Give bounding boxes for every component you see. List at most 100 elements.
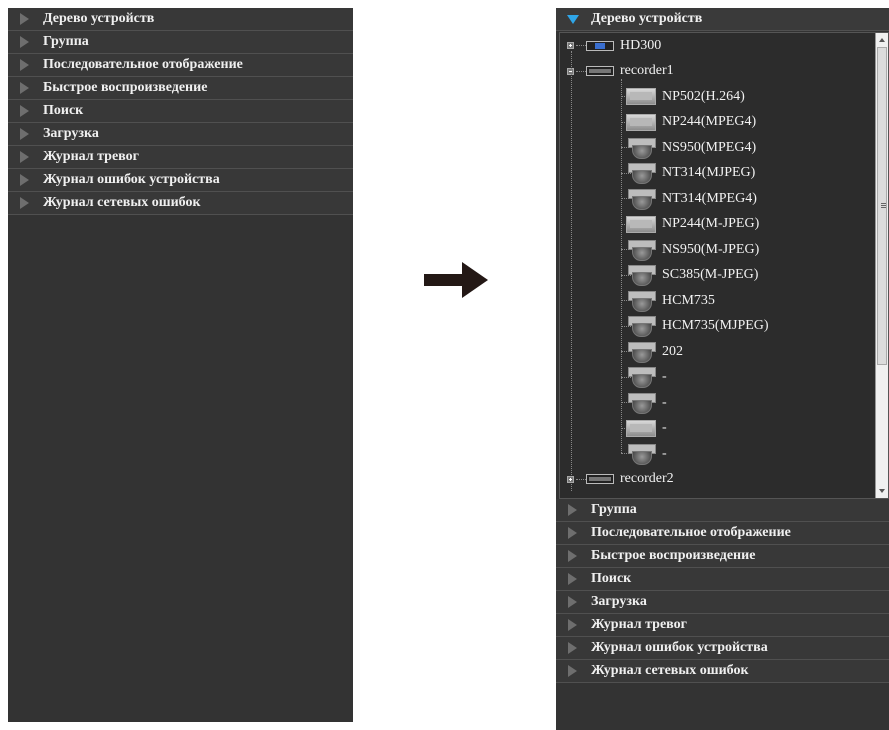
collapsed-triangle-icon — [20, 36, 29, 48]
accordion-network-error-log[interactable]: Журнал сетевых ошибок — [8, 192, 353, 215]
accordion-label: Поиск — [43, 103, 84, 118]
tree-node-label: - — [662, 394, 667, 410]
tree-device-node[interactable]: recorder1 — [586, 59, 674, 84]
tree-connector — [576, 70, 586, 72]
accordion-sequence[interactable]: Последовательное отображение — [556, 522, 889, 545]
tree-camera-node[interactable]: - — [626, 441, 667, 466]
collapsed-triangle-icon — [20, 151, 29, 163]
tree-device-node[interactable]: recorder2 — [586, 467, 674, 492]
tree-node-label: recorder2 — [620, 471, 674, 486]
collapsed-triangle-icon — [568, 527, 577, 539]
accordion-label: Группа — [591, 502, 637, 517]
accordion-instant-playback[interactable]: Быстрое воспроизведение — [556, 545, 889, 568]
accordion-label: Дерево устройств — [43, 11, 155, 26]
recorder-device-icon — [586, 66, 614, 76]
tree-camera-node[interactable]: SC385(M-JPEG) — [626, 263, 758, 288]
accordion-search[interactable]: Поиск — [8, 100, 353, 123]
dome-camera-icon — [626, 443, 656, 465]
tree-node-label: NP502(H.264) — [662, 88, 745, 104]
tree-camera-node[interactable]: 202 — [626, 339, 683, 364]
box-camera-icon — [626, 113, 656, 131]
tree-camera-node[interactable]: HCM735 — [626, 288, 715, 313]
accordion-device-error-log[interactable]: Журнал ошибок устройства — [556, 637, 889, 660]
scroll-down-arrow-icon[interactable] — [879, 489, 885, 493]
tree-node-label: recorder1 — [620, 63, 674, 78]
accordion-download[interactable]: Загрузка — [556, 591, 889, 614]
tree-node-label: - — [662, 420, 667, 435]
right-accordion-panel: Дерево устройств HD300 recorder1 NP502(H.2… — [556, 8, 889, 730]
accordion-label: Быстрое воспроизведение — [43, 80, 208, 95]
tree-node-label: HCM735(MJPEG) — [662, 318, 769, 333]
collapsed-triangle-icon — [20, 174, 29, 186]
accordion-group[interactable]: Группа — [556, 499, 889, 522]
tree-node-label: NT314(MJPEG) — [662, 165, 756, 180]
accordion-device-tree[interactable]: Дерево устройств — [8, 8, 353, 31]
accordion-alarm-log[interactable]: Журнал тревог — [556, 614, 889, 637]
vertical-scrollbar[interactable] — [875, 33, 888, 498]
tree-node-label: HCM735 — [662, 292, 715, 308]
accordion-sequence[interactable]: Последовательное отображение — [8, 54, 353, 77]
accordion-instant-playback[interactable]: Быстрое воспроизведение — [8, 77, 353, 100]
collapsed-triangle-icon — [20, 128, 29, 140]
accordion-label: Быстрое воспроизведение — [591, 548, 756, 563]
accordion-search[interactable]: Поиск — [556, 568, 889, 591]
accordion-label: Журнал сетевых ошибок — [591, 663, 749, 678]
collapsed-triangle-icon — [20, 197, 29, 209]
tree-connector — [571, 51, 572, 491]
tree-camera-node[interactable]: HCM735(MJPEG) — [626, 314, 769, 339]
accordion-group[interactable]: Группа — [8, 31, 353, 54]
collapsed-triangle-icon — [20, 105, 29, 117]
accordion-alarm-log[interactable]: Журнал тревог — [8, 146, 353, 169]
dome-camera-icon — [626, 188, 656, 210]
accordion-label: Последовательное отображение — [591, 525, 791, 540]
tree-camera-node[interactable]: NP244(MPEG4) — [626, 110, 756, 135]
dome-camera-icon — [626, 162, 656, 184]
tree-node-label: - — [662, 445, 667, 461]
tree-node-label: - — [662, 369, 667, 384]
dome-camera-icon — [626, 366, 656, 388]
dome-camera-icon — [626, 392, 656, 414]
tree-camera-node[interactable]: NS950(MPEG4) — [626, 135, 756, 160]
accordion-device-error-log[interactable]: Журнал ошибок устройства — [8, 169, 353, 192]
accordion-label: Загрузка — [591, 594, 647, 609]
accordion-network-error-log[interactable]: Журнал сетевых ошибок — [556, 660, 889, 683]
collapsed-triangle-icon — [568, 550, 577, 562]
collapsed-triangle-icon — [568, 665, 577, 677]
collapsed-triangle-icon — [20, 59, 29, 71]
tree-camera-node[interactable]: NT314(MJPEG) — [626, 161, 755, 186]
collapsed-triangle-icon — [568, 642, 577, 654]
tree-camera-node[interactable]: NS950(M-JPEG) — [626, 237, 759, 262]
collapsed-triangle-icon — [568, 596, 577, 608]
right-arrow-icon — [424, 262, 488, 298]
tree-node-label: NT314(MPEG4) — [662, 190, 757, 206]
dome-camera-icon — [626, 290, 656, 312]
accordion-device-tree[interactable]: Дерево устройств — [556, 8, 889, 31]
tree-camera-node[interactable]: - — [626, 416, 667, 441]
encoder-device-icon — [586, 40, 614, 51]
accordion-label: Журнал ошибок устройства — [591, 640, 768, 655]
tree-camera-node[interactable]: NT314(MPEG4) — [626, 186, 757, 211]
expand-toggle-icon[interactable] — [567, 475, 574, 483]
collapsed-triangle-icon — [568, 504, 577, 516]
tree-camera-node[interactable]: - — [626, 365, 667, 390]
device-tree-list: HD300 recorder1 NP502(H.264) NP244(MPEG4) NS… — [560, 33, 874, 498]
accordion-download[interactable]: Загрузка — [8, 123, 353, 146]
tree-node-label: NS950(M-JPEG) — [662, 241, 760, 257]
tree-camera-node[interactable]: - — [626, 390, 667, 415]
box-camera-icon — [626, 419, 656, 437]
recorder-device-icon — [586, 474, 614, 484]
collapsed-triangle-icon — [568, 573, 577, 585]
scrollbar-thumb[interactable] — [877, 47, 887, 365]
tree-node-label: SC385(M-JPEG) — [662, 267, 759, 282]
expanded-triangle-icon — [567, 14, 579, 24]
left-accordion-panel: Дерево устройств Группа Последовательное… — [8, 8, 353, 722]
accordion-label: Последовательное отображение — [43, 57, 243, 72]
tree-device-node[interactable]: HD300 — [586, 33, 661, 58]
dome-camera-icon — [626, 239, 656, 261]
grip-icon — [881, 203, 886, 209]
accordion-label: Журнал тревог — [591, 617, 687, 632]
tree-camera-node[interactable]: NP244(M-JPEG) — [626, 212, 759, 237]
scroll-up-arrow-icon[interactable] — [879, 38, 885, 42]
tree-camera-node[interactable]: NP502(H.264) — [626, 84, 745, 109]
expand-toggle-icon[interactable] — [567, 42, 574, 49]
